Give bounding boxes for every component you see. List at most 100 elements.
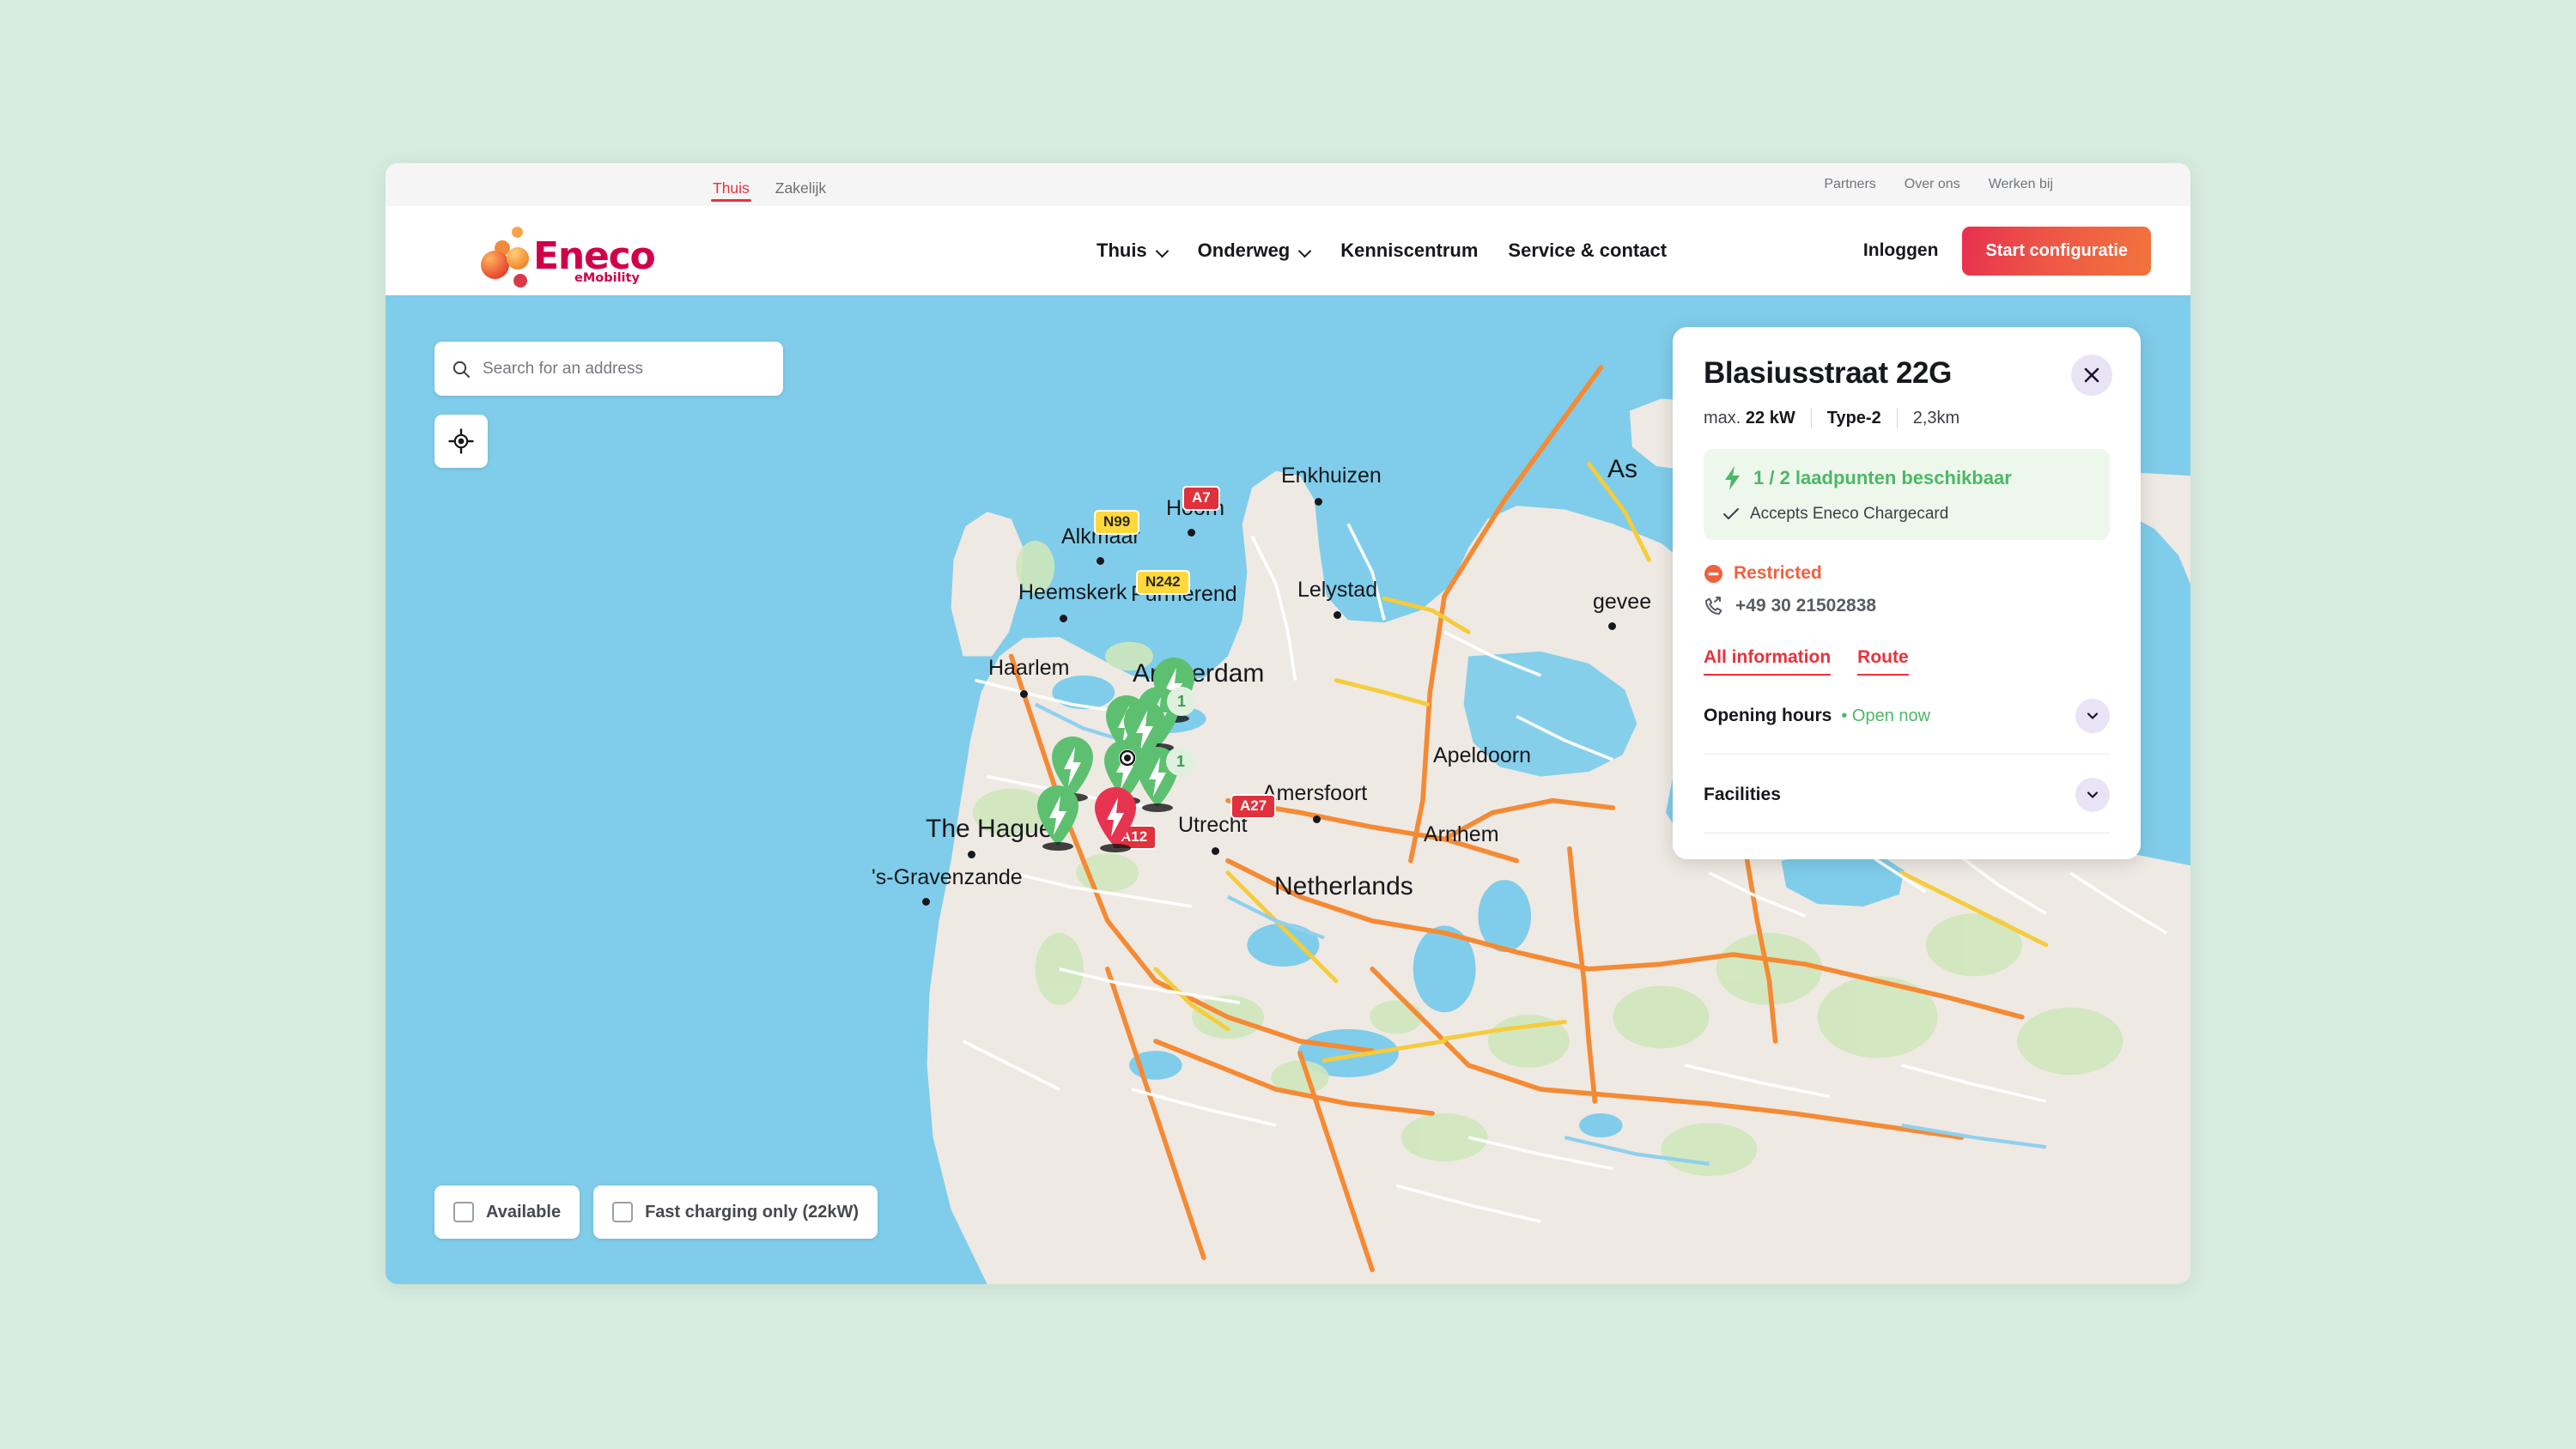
restricted-icon — [1704, 564, 1722, 583]
nav-item-onderweg[interactable]: Onderweg — [1198, 239, 1311, 262]
chevron-down-icon — [1299, 246, 1310, 257]
nav-label: Thuis — [1097, 239, 1147, 261]
close-panel-button[interactable] — [2071, 355, 2112, 396]
charger-marker-selected[interactable] — [1091, 785, 1139, 852]
audience-tabs: Thuis Zakelijk — [711, 163, 828, 206]
map-label-gevee: gevee — [1593, 590, 1652, 614]
map-label-netherlands: Netherlands — [1274, 872, 1413, 900]
spec-power-value: 22 kW — [1745, 408, 1795, 427]
accepts-row: Accepts Eneco Chargecard — [1722, 505, 2091, 524]
primary-nav: Thuis Onderweg Kenniscentrum Service & c… — [1097, 239, 1667, 262]
crosshair-location-icon — [448, 428, 474, 454]
map-label-arnhem: Arnhem — [1424, 822, 1499, 846]
spec-connector: Type-2 — [1827, 409, 1881, 428]
map-canvas[interactable]: Enkhuizen Hoorn Alkmaar Heemskerk Purmer… — [386, 295, 2190, 1284]
eneco-logo[interactable]: Eneco eMobility — [481, 225, 656, 292]
accordion-opening-hours[interactable]: Opening hours • Open now — [1704, 676, 2110, 755]
marker-shadow — [1042, 842, 1073, 851]
restricted-row: Restricted — [1704, 563, 2110, 584]
panel-tabs: All information Route — [1704, 647, 2110, 676]
accordion-title: Opening hours — [1704, 706, 1832, 725]
charger-specs: max. 22 kW Type-2 2,3km — [1704, 408, 2110, 428]
open-now-status: • Open now — [1841, 706, 1931, 725]
map-label-amersfoort: Amersfoort — [1262, 781, 1368, 805]
road-shield-a7: A7 — [1182, 486, 1220, 511]
spec-divider — [1896, 408, 1898, 428]
nav-item-service-contact[interactable]: Service & contact — [1508, 239, 1667, 262]
nav-item-kenniscentrum[interactable]: Kenniscentrum — [1340, 239, 1478, 262]
marker-count-badge: 1 — [1167, 687, 1196, 716]
tab-route[interactable]: Route — [1857, 647, 1909, 676]
link-over-ons[interactable]: Over ons — [1905, 177, 1960, 192]
map-label-heemskerk: Heemskerk — [1018, 580, 1127, 604]
search-box[interactable] — [434, 342, 783, 396]
filter-available[interactable]: Available — [434, 1185, 580, 1239]
map-dot — [1188, 529, 1195, 537]
checkbox-available[interactable] — [453, 1202, 474, 1222]
availability-box: 1 / 2 laadpunten beschikbaar Accepts Ene… — [1704, 449, 2110, 540]
map-label-lelystad: Lelystad — [1297, 578, 1378, 602]
availability-row: 1 / 2 laadpunten beschikbaar — [1722, 465, 2091, 491]
app-window: Thuis Zakelijk Partners Over ons Werken … — [386, 163, 2190, 1284]
spec-power: max. 22 kW — [1704, 408, 1795, 427]
charger-pin-selected-icon — [1095, 787, 1136, 847]
charger-pin-icon — [1037, 785, 1078, 846]
tab-zakelijk[interactable]: Zakelijk — [774, 180, 828, 207]
link-werken-bij[interactable]: Werken bij — [1989, 177, 2053, 192]
charger-marker[interactable] — [1034, 784, 1082, 851]
accordion-title: Facilities — [1704, 785, 1781, 804]
logo-bubble — [512, 227, 523, 238]
map-dot — [1313, 815, 1321, 823]
accordion-header: Facilities — [1704, 785, 1781, 805]
phone-row[interactable]: +49 30 21502838 — [1704, 596, 2110, 616]
map-dot — [1608, 622, 1616, 630]
checkbox-fast-charging[interactable] — [612, 1202, 634, 1222]
panel-title: Blasiusstraat 22G — [1704, 356, 1952, 390]
availability-text: 1 / 2 laadpunten beschikbaar — [1753, 467, 2012, 488]
charger-marker[interactable]: 1 — [1133, 745, 1195, 812]
tab-thuis[interactable]: Thuis — [711, 180, 751, 207]
utility-links: Partners Over ons Werken bij — [1824, 177, 2053, 192]
map-dot — [1020, 690, 1028, 698]
utility-bar: Thuis Zakelijk Partners Over ons Werken … — [386, 163, 2190, 206]
login-link[interactable]: Inloggen — [1863, 240, 1939, 261]
map-label-s-gravenzande: 's-Gravenzande — [872, 865, 1023, 889]
map-dot — [968, 851, 975, 858]
map-label-apeldoorn: Apeldoorn — [1433, 743, 1531, 767]
bolt-icon — [1725, 466, 1740, 490]
filter-label: Available — [486, 1202, 562, 1222]
spec-distance: 2,3km — [1912, 408, 1960, 427]
map-label-assen: As — [1607, 455, 1638, 483]
chevron-down-icon[interactable] — [2075, 778, 2110, 812]
filter-fast-charging[interactable]: Fast charging only (22kW) — [593, 1185, 878, 1239]
close-icon — [2084, 367, 2099, 383]
search-input[interactable] — [483, 359, 766, 379]
marker-count-badge: 1 — [1166, 747, 1195, 776]
road-shield-a27: A27 — [1230, 794, 1277, 819]
map-dot — [1212, 847, 1219, 855]
link-partners[interactable]: Partners — [1824, 177, 1875, 192]
check-icon — [1723, 508, 1739, 519]
logo-bubble — [481, 251, 509, 279]
logo-subtitle: eMobility — [574, 271, 640, 285]
marker-shadow — [1142, 803, 1173, 812]
locate-me-button[interactable] — [434, 415, 488, 468]
tab-all-information[interactable]: All information — [1704, 647, 1832, 676]
spec-connector-value: Type-2 — [1826, 408, 1881, 427]
road-shield-n99: N99 — [1094, 510, 1140, 535]
map-label-haarlem: Haarlem — [988, 656, 1070, 680]
logo-bubble — [507, 247, 529, 270]
map-dot — [1315, 498, 1322, 506]
accordion-header: Opening hours • Open now — [1704, 706, 1930, 726]
phone-forward-icon — [1705, 597, 1722, 615]
header-actions: Inloggen Start configuratie — [1863, 226, 2151, 276]
charger-info-panel: Blasiusstraat 22G max. 22 kW Type-2 2,3k… — [1673, 327, 2141, 859]
chevron-down-icon[interactable] — [2075, 699, 2110, 733]
user-location-dot — [1118, 749, 1137, 767]
start-configuratie-button[interactable]: Start configuratie — [1962, 226, 2151, 276]
filter-label: Fast charging only (22kW) — [645, 1202, 860, 1222]
accordion-facilities[interactable]: Facilities — [1704, 755, 2110, 834]
restricted-text: Restricted — [1734, 563, 1822, 583]
nav-item-thuis[interactable]: Thuis — [1097, 239, 1168, 262]
nav-label: Onderweg — [1197, 239, 1291, 261]
